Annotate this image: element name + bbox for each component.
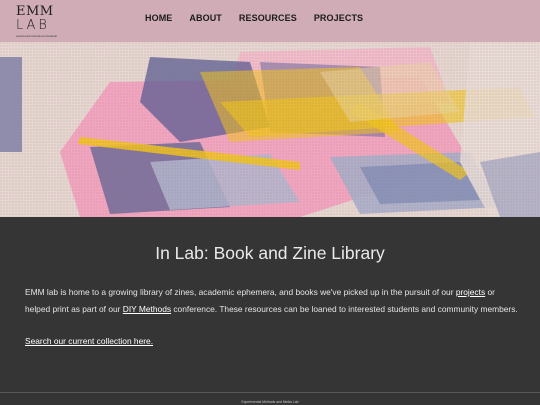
hero-image [0, 42, 540, 217]
page-title: In Lab: Book and Zine Library [155, 243, 385, 263]
logo-line-2: LAB [16, 18, 50, 33]
site-header: EMM LAB experimental methods and media l… [0, 0, 540, 42]
search-collection: Search our current collection here. [25, 335, 153, 347]
search-collection-link[interactable]: Search our current collection here. [25, 336, 153, 346]
intro-text-1: EMM lab is home to a growing library of … [25, 287, 456, 297]
nav-projects[interactable]: PROJECTS [314, 13, 363, 24]
intro-paragraph: EMM lab is home to a growing library of … [25, 284, 520, 318]
nav-about[interactable]: ABOUT [189, 13, 222, 24]
nav-resources[interactable]: RESOURCES [239, 13, 297, 24]
projects-link[interactable]: projects [456, 287, 485, 297]
footer-text: Experimental Methods and Media Lab [241, 400, 299, 404]
nav-home[interactable]: HOME [145, 13, 172, 24]
footer-divider [0, 392, 540, 393]
intro-text-3: conference. These resources can be loane… [171, 304, 518, 314]
logo-tagline: experimental methods and media lab [16, 35, 57, 38]
main-nav: HOME ABOUT RESOURCES PROJECTS [145, 13, 380, 24]
logo-line-1: EMM [16, 4, 54, 19]
risograph-print-illustration [0, 42, 540, 217]
site-logo[interactable]: EMM LAB experimental methods and media l… [16, 5, 60, 39]
diy-methods-link[interactable]: DIY Methods [123, 304, 171, 314]
